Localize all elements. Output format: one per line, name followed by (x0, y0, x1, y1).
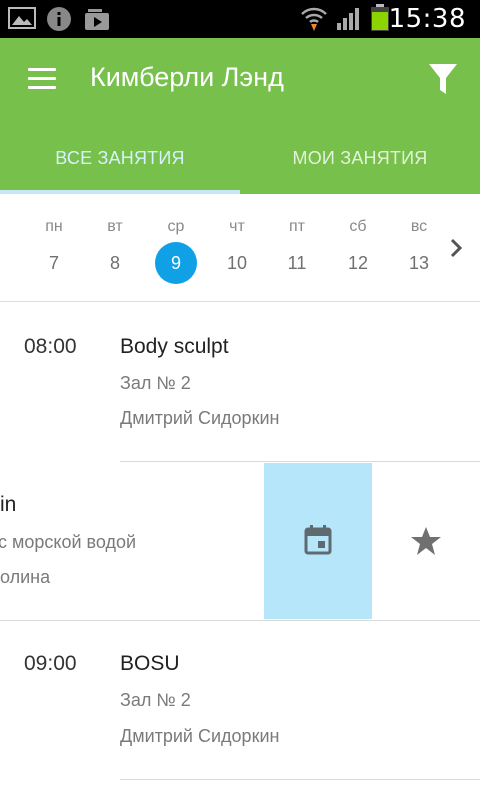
session-title: BOSU (120, 652, 180, 675)
signal-icon (337, 8, 359, 30)
day-monday[interactable]: пн 7 (24, 194, 84, 302)
battery-icon (371, 4, 389, 31)
day-friday[interactable]: пт 11 (267, 194, 327, 302)
session-room-fragment: морской водой (12, 532, 137, 552)
day-saturday[interactable]: сб 12 (328, 194, 388, 302)
week-strip: пн 7 вт 8 ср 9 чт 10 пт 11 сб 12 вс 13 (0, 194, 480, 302)
session-time: 09:00 (24, 652, 77, 675)
divider (0, 620, 480, 621)
session-trainer: Дмитрий Сидоркин (120, 726, 280, 746)
status-time: 15:38 (388, 4, 466, 34)
day-name: пт (289, 218, 305, 235)
session-title: in (0, 493, 17, 516)
day-name: сб (349, 218, 367, 235)
day-number-selected: 9 (155, 242, 197, 284)
tab-my-classes[interactable]: МОИ ЗАНЯТИЯ (240, 126, 480, 194)
status-bar: 15:38 (0, 0, 480, 38)
day-tuesday[interactable]: вт 8 (85, 194, 145, 302)
partial-char: с (0, 532, 7, 552)
app-bar: Кимберли Лэнд ВСЕ ЗАНЯТИЯ МОИ ЗАНЯТИЯ (0, 38, 480, 194)
add-to-calendar-button[interactable] (264, 463, 372, 619)
session-room: Зал № 2 (120, 690, 191, 710)
wifi-icon (301, 7, 327, 31)
favorite-button[interactable] (372, 463, 480, 619)
day-name: пн (45, 218, 63, 235)
filter-icon[interactable] (428, 62, 458, 96)
day-number: 12 (347, 253, 369, 273)
tab-all-classes[interactable]: ВСЕ ЗАНЯТИЯ (0, 126, 240, 194)
session-trainer: олина (0, 567, 51, 587)
info-icon (47, 7, 71, 31)
calendar-icon (304, 525, 332, 555)
day-sunday[interactable]: вс 13 (389, 194, 449, 302)
day-number: 13 (408, 253, 430, 273)
session-title: Body sculpt (120, 335, 229, 358)
star-icon (411, 527, 441, 555)
divider (120, 461, 480, 462)
session-room: Зал № 2 (120, 373, 191, 393)
day-name: вс (410, 218, 428, 235)
menu-icon[interactable] (28, 68, 56, 90)
gallery-icon (8, 7, 36, 29)
day-number: 11 (287, 253, 307, 273)
day-number: 8 (109, 253, 120, 273)
media-icon (85, 9, 109, 30)
tab-bar: ВСЕ ЗАНЯТИЯ МОИ ЗАНЯТИЯ (0, 126, 480, 194)
day-name: вт (107, 218, 123, 235)
day-number: 10 (226, 253, 248, 273)
session-room: с морской водой (0, 532, 136, 553)
page-title: Кимберли Лэнд (90, 62, 284, 92)
divider (120, 779, 480, 780)
day-name: ср (167, 218, 185, 235)
day-number: 7 (48, 253, 59, 273)
session-time: 08:00 (24, 335, 77, 358)
day-wednesday[interactable]: ср 9 (146, 194, 206, 302)
day-name: чт (229, 218, 245, 235)
chevron-right-icon[interactable] (446, 236, 466, 260)
day-thursday[interactable]: чт 10 (207, 194, 267, 302)
session-trainer: Дмитрий Сидоркин (120, 408, 280, 428)
